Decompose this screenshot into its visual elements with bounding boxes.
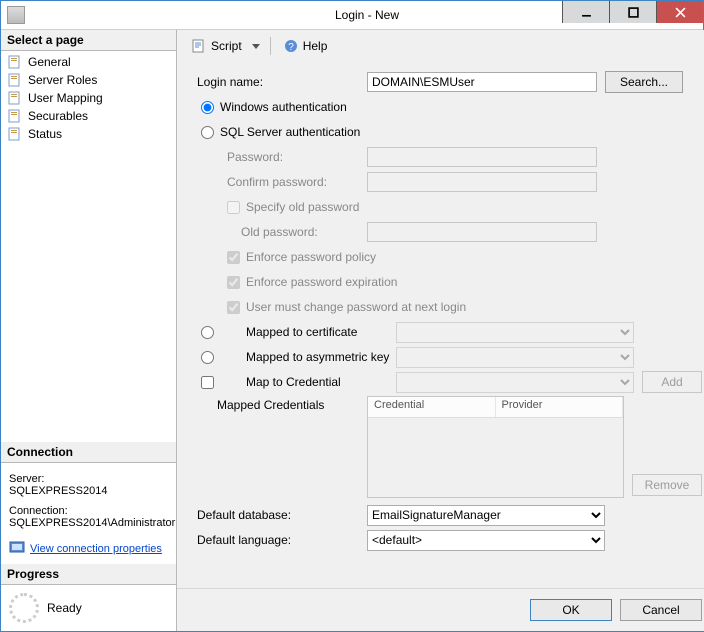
search-button[interactable]: Search... [605, 71, 683, 93]
page-list: General Server Roles User Mapping Secura… [1, 51, 176, 145]
sql-auth-label: SQL Server authentication [220, 125, 360, 139]
col-provider: Provider [496, 397, 624, 417]
mapped-credentials-grid[interactable]: Credential Provider [367, 396, 624, 498]
connection-info: Server: SQLEXPRESS2014 Connection: SQLEX… [1, 463, 176, 564]
connection-value: SQLEXPRESS2014\Administrator [9, 517, 168, 529]
properties-icon [9, 539, 25, 558]
server-label: Server: [9, 473, 168, 485]
col-credential: Credential [368, 397, 496, 417]
page-icon [7, 54, 23, 70]
specify-old-password-label: Specify old password [246, 200, 359, 214]
enforce-policy-checkbox [227, 251, 240, 264]
must-change-label: User must change password at next login [246, 300, 466, 314]
script-dropdown-icon[interactable] [252, 44, 260, 49]
password-label: Password: [191, 150, 367, 164]
help-label: Help [303, 39, 328, 53]
script-button[interactable]: Script [187, 36, 246, 56]
help-icon: ? [283, 38, 299, 54]
select-page-header: Select a page [1, 30, 176, 51]
help-button[interactable]: ? Help [279, 36, 332, 56]
page-label: General [28, 55, 71, 69]
progress-header: Progress [1, 564, 176, 585]
password-input [367, 147, 597, 167]
page-icon [7, 108, 23, 124]
certificate-select [396, 322, 634, 343]
sql-auth-radio[interactable] [201, 126, 214, 139]
remove-credential-button: Remove [632, 474, 702, 496]
server-value: SQLEXPRESS2014 [9, 485, 168, 497]
page-label: Status [28, 127, 62, 141]
page-icon [7, 90, 23, 106]
add-credential-button: Add [642, 371, 702, 393]
login-name-label: Login name: [191, 75, 367, 89]
mapped-asymmetric-radio[interactable] [201, 351, 214, 364]
progress-spinner-icon [9, 593, 39, 623]
mapped-certificate-label: Mapped to certificate [220, 325, 396, 339]
map-credential-label: Map to Credential [220, 375, 396, 389]
mapped-asymmetric-label: Mapped to asymmetric key [220, 350, 396, 364]
connection-label: Connection: [9, 505, 168, 517]
confirm-password-label: Confirm password: [191, 175, 367, 189]
windows-auth-radio[interactable] [201, 101, 214, 114]
login-name-input[interactable] [367, 72, 597, 92]
default-language-select[interactable]: <default> [367, 530, 605, 551]
ok-button[interactable]: OK [530, 599, 612, 621]
maximize-button[interactable] [609, 1, 656, 23]
login-new-dialog: Login - New Select a page General Server… [0, 0, 704, 632]
mapped-certificate-radio[interactable] [201, 326, 214, 339]
close-button[interactable] [656, 1, 703, 23]
enforce-expire-checkbox [227, 276, 240, 289]
connection-header: Connection [1, 442, 176, 463]
page-server-roles[interactable]: Server Roles [1, 71, 176, 89]
default-database-label: Default database: [191, 508, 367, 522]
page-label: Securables [28, 109, 88, 123]
toolbar: Script ? Help [177, 30, 704, 62]
progress-status: Ready [47, 601, 82, 615]
confirm-password-input [367, 172, 597, 192]
page-icon [7, 126, 23, 142]
script-icon [191, 38, 207, 54]
windows-auth-label: Windows authentication [220, 100, 347, 114]
map-credential-checkbox[interactable] [201, 376, 214, 389]
minimize-button[interactable] [562, 1, 609, 23]
page-label: User Mapping [28, 91, 103, 105]
enforce-policy-label: Enforce password policy [246, 250, 376, 264]
app-icon [7, 6, 25, 24]
asymmetric-select [396, 347, 634, 368]
must-change-checkbox [227, 301, 240, 314]
old-password-input [367, 222, 597, 242]
titlebar[interactable]: Login - New [1, 1, 703, 30]
page-securables[interactable]: Securables [1, 107, 176, 125]
mapped-credentials-label: Mapped Credentials [191, 396, 367, 412]
enforce-expire-label: Enforce password expiration [246, 275, 397, 289]
script-label: Script [211, 39, 242, 53]
page-label: Server Roles [28, 73, 97, 87]
page-general[interactable]: General [1, 53, 176, 71]
page-status[interactable]: Status [1, 125, 176, 143]
old-password-label: Old password: [191, 225, 367, 239]
default-database-select[interactable]: EmailSignatureManager [367, 505, 605, 526]
page-user-mapping[interactable]: User Mapping [1, 89, 176, 107]
view-connection-properties-link[interactable]: View connection properties [30, 543, 162, 555]
page-icon [7, 72, 23, 88]
cancel-button[interactable]: Cancel [620, 599, 702, 621]
specify-old-password-checkbox [227, 201, 240, 214]
svg-text:?: ? [288, 42, 294, 53]
credential-select [396, 372, 634, 393]
default-language-label: Default language: [191, 533, 367, 547]
